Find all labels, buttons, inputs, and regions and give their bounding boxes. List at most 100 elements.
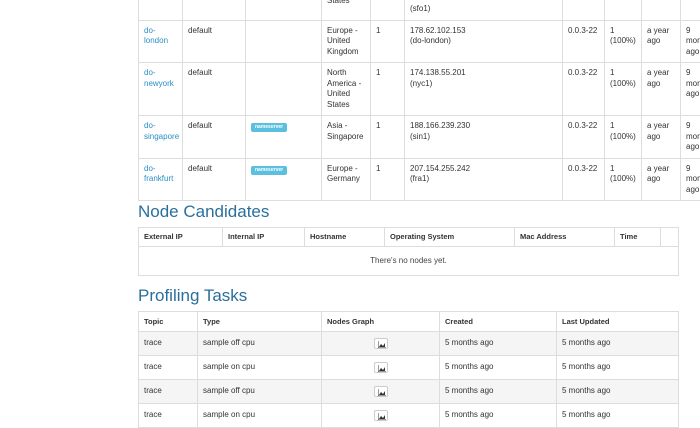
column-header-empty	[661, 228, 679, 247]
region-text: (sin1)	[410, 132, 557, 143]
column-header[interactable]: Type	[198, 312, 322, 332]
updated-cell: 5 months ago	[557, 380, 679, 404]
updated-cell: 9 mon ago	[681, 63, 700, 116]
node-candidates-heading: Node Candidates	[138, 202, 269, 222]
nodes-graph-button[interactable]	[374, 410, 388, 421]
version-cell: 0.0.3-22	[563, 116, 605, 159]
ip-cell: (sfo1)	[405, 0, 563, 20]
created-cell: 5 months ago	[440, 380, 557, 404]
column-header[interactable]: Time	[615, 228, 661, 247]
nodes-graph-button[interactable]	[374, 338, 388, 349]
updated-cell: 5 months ago	[557, 332, 679, 356]
badge-cell	[246, 63, 322, 116]
type-cell: sample off cpu	[198, 332, 322, 356]
column-header[interactable]: Created	[440, 312, 557, 332]
node-link-do-newyork[interactable]: do-newyork	[144, 68, 178, 89]
table-header-row: External IP Internal IP Hostname Operati…	[139, 228, 679, 247]
node-link-do-singapore[interactable]: do-singapore	[144, 121, 178, 142]
column-header[interactable]: Mac Address	[515, 228, 615, 247]
table-row: trace sample on cpu 5 months ago 5 month…	[139, 356, 679, 380]
ip-cell: 207.154.255.242(fra1)	[405, 158, 563, 201]
column-header[interactable]: Nodes Graph	[322, 312, 440, 332]
table-row: There's no nodes yet.	[139, 247, 679, 276]
version-cell: 0.0.3-22	[563, 20, 605, 63]
badge-cell	[246, 20, 322, 63]
ip-text: 174.138.55.201	[410, 68, 557, 79]
topic-cell: trace	[139, 380, 198, 404]
region-text: (fra1)	[410, 174, 557, 185]
updated-cell: 9 mon ago	[681, 116, 700, 159]
location-cell: Europe - United Kingdom	[322, 20, 371, 63]
connection-cell: 1 (100%)	[605, 116, 642, 159]
table-row: trace sample on cpu 5 months ago 5 month…	[139, 404, 679, 428]
empty-message: There's no nodes yet.	[139, 247, 679, 276]
ip-text: 207.154.255.242	[410, 164, 557, 175]
badge-cell: nameserver	[246, 116, 322, 159]
type-cell: sample on cpu	[198, 356, 322, 380]
updated-cell: 5 months ago	[557, 356, 679, 380]
table-row: trace sample off cpu 5 months ago 5 mont…	[139, 380, 679, 404]
updated-cell: 9 mon ago	[681, 158, 700, 201]
topic-cell: trace	[139, 356, 198, 380]
connection-cell: 1 (100%)	[605, 63, 642, 116]
profiling-tasks-table: Topic Type Nodes Graph Created Last Upda…	[138, 311, 679, 428]
node-link-do-london[interactable]: do-london	[144, 26, 178, 47]
group-cell: default	[183, 158, 246, 201]
location-cell: States	[322, 0, 371, 20]
node-link-do-frankfurt[interactable]: do-frankfurt	[144, 164, 178, 185]
column-header[interactable]: External IP	[139, 228, 223, 247]
table-row: States (sfo1)	[139, 0, 700, 20]
count-cell: 1	[371, 158, 405, 201]
graph-cell	[322, 404, 440, 428]
nodes-graph-button[interactable]	[374, 362, 388, 373]
group-cell: default	[183, 20, 246, 63]
column-header[interactable]: Last Updated	[557, 312, 679, 332]
ip-cell: 188.166.239.230(sin1)	[405, 116, 563, 159]
ip-cell: 178.62.102.153(do-london)	[405, 20, 563, 63]
ip-text: 188.166.239.230	[410, 121, 557, 132]
nameserver-badge: nameserver	[251, 123, 287, 132]
created-cell: a year ago	[642, 63, 681, 116]
table-row: trace sample off cpu 5 months ago 5 mont…	[139, 332, 679, 356]
count-cell: 1	[371, 116, 405, 159]
created-cell: 5 months ago	[440, 404, 557, 428]
profiling-tasks-heading: Profiling Tasks	[138, 286, 247, 306]
table-row: do-newyork default North America - Unite…	[139, 63, 700, 116]
connection-cell: 1 (100%)	[605, 158, 642, 201]
column-header[interactable]: Topic	[139, 312, 198, 332]
graph-cell	[322, 332, 440, 356]
table-row: do-singapore default nameserver Asia - S…	[139, 116, 700, 159]
region-text: (nyc1)	[410, 79, 557, 90]
group-cell: default	[183, 63, 246, 116]
area-chart-icon	[378, 341, 386, 348]
count-cell: 1	[371, 20, 405, 63]
created-cell: a year ago	[642, 116, 681, 159]
column-header[interactable]: Operating System	[385, 228, 515, 247]
ip-cell: 174.138.55.201(nyc1)	[405, 63, 563, 116]
column-header[interactable]: Internal IP	[223, 228, 305, 247]
updated-cell: 9 mon ago	[681, 20, 700, 63]
nameserver-badge: nameserver	[251, 166, 287, 175]
type-cell: sample off cpu	[198, 380, 322, 404]
created-cell: 5 months ago	[440, 356, 557, 380]
created-cell: a year ago	[642, 20, 681, 63]
group-cell: default	[183, 116, 246, 159]
region-text: (sfo1)	[410, 4, 430, 13]
area-chart-icon	[378, 413, 386, 420]
location-cell: North America - United States	[322, 63, 371, 116]
created-cell: a year ago	[642, 158, 681, 201]
count-cell: 1	[371, 63, 405, 116]
created-cell: 5 months ago	[440, 332, 557, 356]
topic-cell: trace	[139, 404, 198, 428]
topic-cell: trace	[139, 332, 198, 356]
nodes-graph-button[interactable]	[374, 386, 388, 397]
table-header-row: Topic Type Nodes Graph Created Last Upda…	[139, 312, 679, 332]
area-chart-icon	[378, 365, 386, 372]
graph-cell	[322, 380, 440, 404]
connection-cell: 1 (100%)	[605, 20, 642, 63]
graph-cell	[322, 356, 440, 380]
column-header[interactable]: Hostname	[305, 228, 385, 247]
region-text: (do-london)	[410, 36, 557, 47]
updated-cell: 5 months ago	[557, 404, 679, 428]
version-cell: 0.0.3-22	[563, 158, 605, 201]
